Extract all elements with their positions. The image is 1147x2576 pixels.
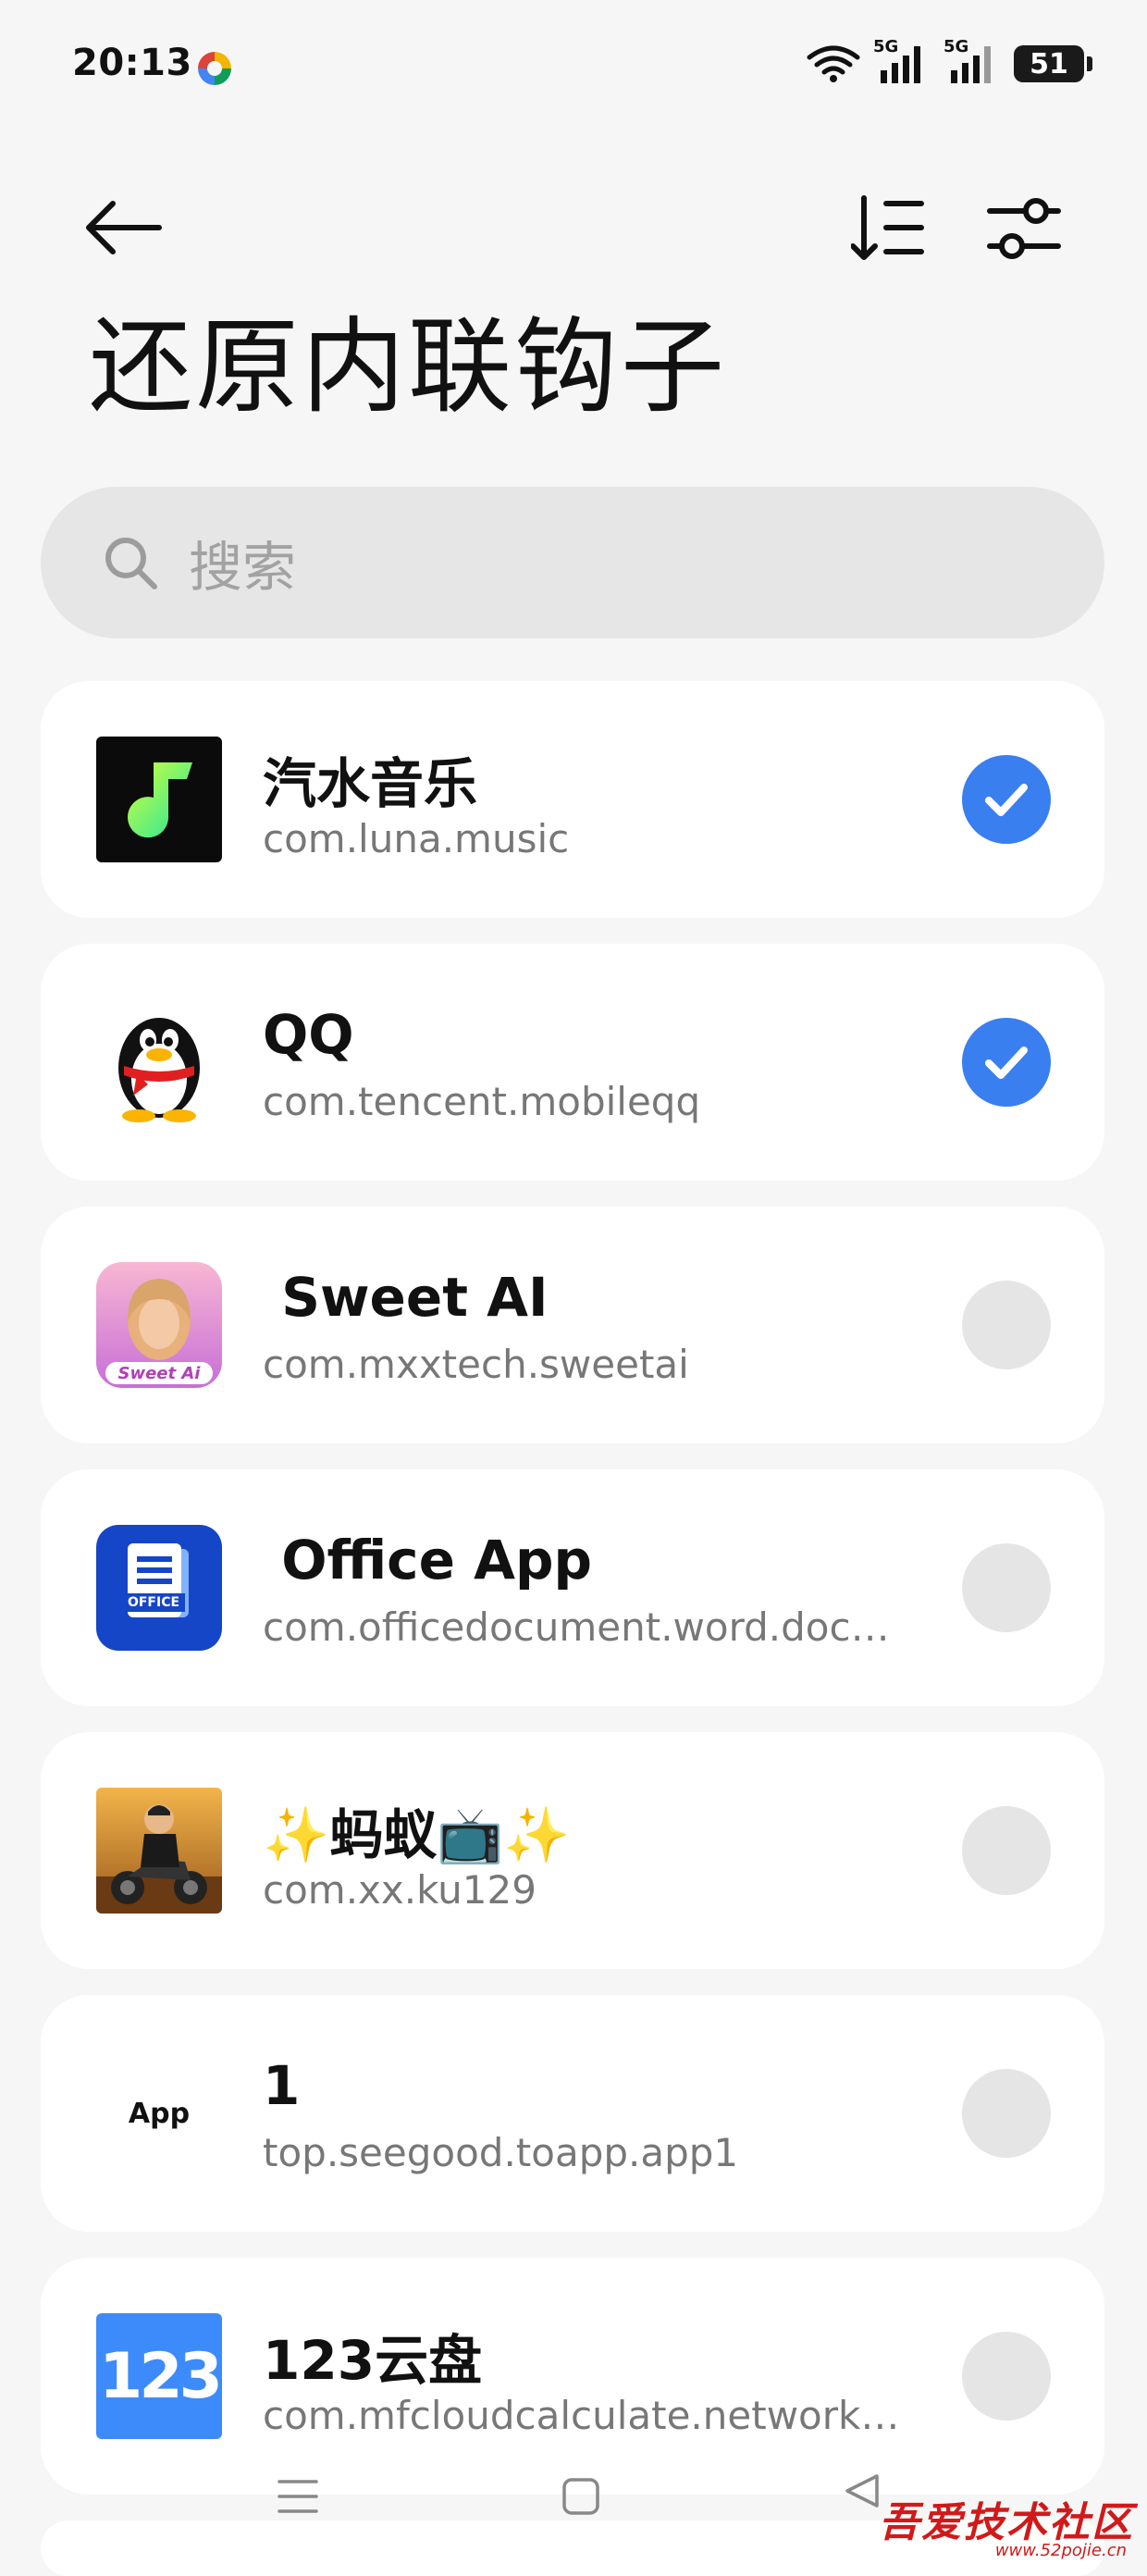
sweet-ai-icon-text: Sweet Ai — [117, 1364, 201, 1383]
app-name: 汽水音乐 — [263, 752, 478, 815]
filter-button[interactable] — [986, 191, 1062, 266]
watermark-logo: 吾爱技术社区 — [879, 2499, 1134, 2546]
status-time: 20:13 — [72, 42, 192, 84]
app-name: ✨蚂蚁📺✨ — [263, 1803, 571, 1866]
sort-icon — [850, 195, 924, 260]
qq-app-icon — [96, 999, 222, 1125]
document-icon — [122, 1543, 189, 1617]
app-icon-label: App — [128, 2097, 191, 2130]
app-package: com.tencent.mobileqq — [263, 1079, 701, 1124]
app-checkbox-unchecked[interactable] — [962, 1543, 1051, 1632]
signal-bars-icon — [881, 46, 920, 83]
app-checkbox-unchecked[interactable] — [962, 2332, 1051, 2421]
app-list-item[interactable]: ✨蚂蚁📺✨ com.xx.ku129 — [41, 1732, 1104, 1969]
app-checkbox-unchecked[interactable] — [962, 1806, 1051, 1895]
watermark-url: www.52pojie.cn — [994, 2541, 1127, 2560]
app-checkbox-unchecked[interactable] — [962, 1281, 1051, 1369]
app-package: com.xx.ku129 — [263, 1867, 536, 1913]
app-checkbox-checked[interactable] — [962, 755, 1051, 844]
app-name: Sweet AI — [263, 1266, 549, 1329]
signal-strength-2: 5G — [944, 37, 1001, 85]
motorcycle-rider-icon — [96, 1804, 222, 1913]
app-list-item[interactable]: OFFICE Office App com.officedocument.wor… — [41, 1469, 1104, 1706]
app-package: com.mfcloudcalculate.networkdisk — [263, 2393, 910, 2438]
luna-music-app-icon — [96, 737, 222, 862]
app-list-item[interactable]: Sweet Ai Sweet AI com.mxxtech.sweetai — [41, 1207, 1104, 1443]
page-title: 还原内联钩子 — [89, 307, 727, 427]
signal-strength-1: 5G — [873, 37, 931, 85]
app-package: com.officedocument.word.docx.d… — [263, 1604, 910, 1650]
search-icon — [105, 538, 157, 589]
sweet-ai-app-icon: Sweet Ai — [96, 1262, 222, 1388]
office-icon-text: OFFICE — [127, 1595, 180, 1610]
app-list-item[interactable]: 汽水音乐 com.luna.music — [41, 681, 1104, 918]
app-icon-label: 123 — [99, 2339, 222, 2413]
status-indicators: 5G 5G 51 — [807, 37, 1092, 85]
app-name: QQ — [263, 1003, 354, 1066]
app-list-item[interactable]: App 1 top.seegood.toapp.app1 — [41, 1995, 1104, 2232]
123-cloud-app-icon: 123 — [96, 2313, 222, 2439]
app-name: Office App — [263, 1529, 593, 1591]
app-notification-icon — [198, 52, 231, 85]
office-app-icon: OFFICE — [96, 1525, 222, 1651]
app-package: com.luna.music — [263, 816, 570, 861]
app-list-item[interactable]: QQ com.tencent.mobileqq — [41, 944, 1104, 1181]
generic-app-icon: App — [96, 2050, 222, 2176]
app-name: 123云盘 — [263, 2329, 483, 2392]
sort-button[interactable] — [850, 191, 927, 266]
app-package: top.seegood.toapp.app1 — [263, 2130, 739, 2175]
back-button[interactable] — [81, 198, 165, 257]
menu-icon[interactable] — [276, 2476, 320, 2517]
app-checkbox-unchecked[interactable] — [962, 2069, 1051, 2158]
status-bar: 20:13 5G 5G 51 — [0, 0, 1147, 130]
checkmark-icon — [985, 1046, 1028, 1079]
search-placeholder: 搜索 — [189, 536, 297, 599]
penguin-icon — [118, 1018, 200, 1122]
search-input[interactable]: 搜索 — [41, 487, 1104, 638]
battery-level: 51 — [1030, 47, 1068, 80]
app-name: 1 — [263, 2054, 301, 2117]
filter-icon — [987, 198, 1061, 259]
music-note-icon — [128, 762, 192, 838]
home-icon[interactable] — [561, 2476, 601, 2517]
app-package: com.mxxtech.sweetai — [263, 1342, 689, 1387]
battery-indicator: 51 — [1014, 45, 1092, 82]
back-nav-icon[interactable] — [842, 2471, 882, 2511]
signal-bars-icon — [951, 46, 991, 83]
toolbar — [0, 176, 1147, 278]
back-arrow-icon — [86, 201, 162, 254]
checkmark-icon — [985, 784, 1028, 816]
wifi-icon — [807, 45, 860, 82]
mayi-app-icon — [96, 1788, 222, 1913]
app-checkbox-checked[interactable] — [962, 1018, 1051, 1107]
